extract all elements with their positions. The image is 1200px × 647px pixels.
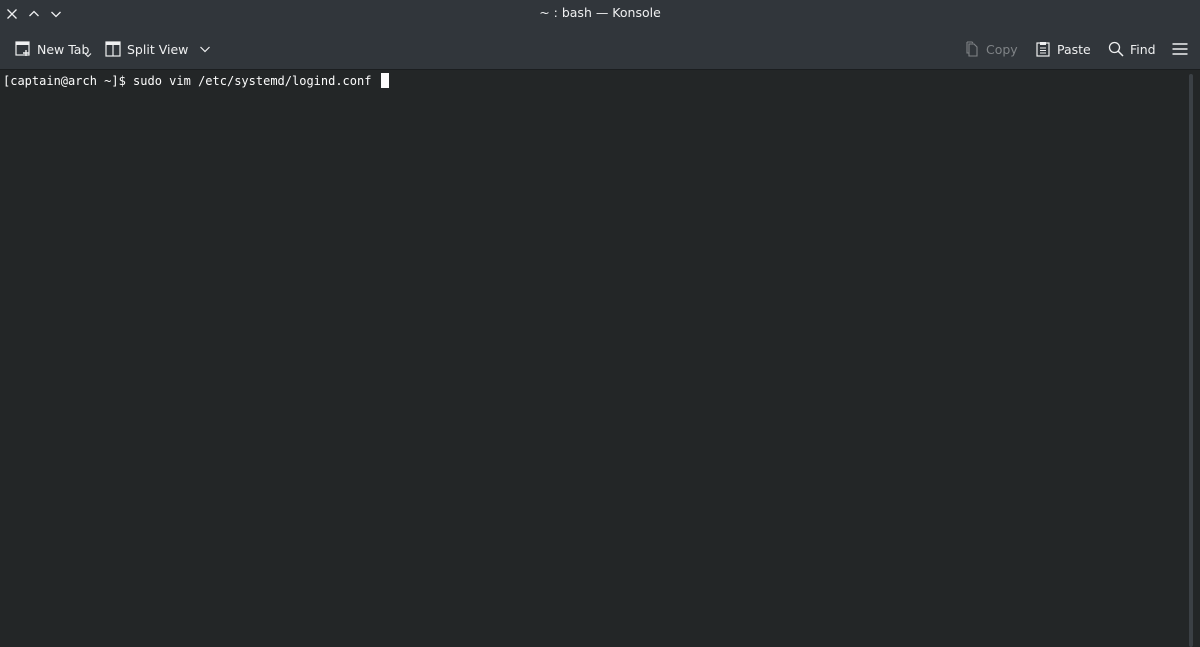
vertical-scrollbar[interactable] xyxy=(1183,70,1200,647)
chevron-down-icon[interactable] xyxy=(196,40,214,58)
scrollbar-track[interactable] xyxy=(1189,74,1193,647)
text-cursor xyxy=(380,73,389,88)
new-tab-button[interactable]: New Tab xyxy=(14,38,89,60)
paste-button[interactable]: Paste xyxy=(1034,38,1091,60)
copy-label: Copy xyxy=(986,41,1018,57)
hamburger-menu-button[interactable] xyxy=(1171,38,1194,60)
title-bar: ~ : bash — Konsole xyxy=(0,0,1200,28)
paste-icon xyxy=(1034,40,1052,58)
shell-prompt: [captain@arch ~]$ xyxy=(3,74,134,88)
shell-command: sudo vim /etc/systemd/logind.conf xyxy=(133,74,379,88)
search-icon xyxy=(1107,40,1125,58)
split-view-button[interactable]: Split View xyxy=(104,38,214,60)
window-title: ~ : bash — Konsole xyxy=(539,5,661,20)
split-view-icon xyxy=(104,40,122,58)
terminal-line: [captain@arch ~]$ sudo vim /etc/systemd/… xyxy=(3,73,389,89)
find-label: Find xyxy=(1130,41,1156,57)
hamburger-menu-icon xyxy=(1171,40,1189,58)
toolbar: New Tab Split View Copy Paste Find xyxy=(0,28,1200,70)
new-tab-icon xyxy=(14,40,32,58)
terminal-view[interactable]: [captain@arch ~]$ sudo vim /etc/systemd/… xyxy=(0,70,1183,647)
split-view-label: Split View xyxy=(127,41,189,57)
copy-icon xyxy=(963,40,981,58)
copy-button[interactable]: Copy xyxy=(963,38,1018,60)
new-tab-dropdown-icon[interactable] xyxy=(84,52,92,58)
find-button[interactable]: Find xyxy=(1107,38,1156,60)
konsole-window: ~ : bash — Konsole New Tab Split View Co… xyxy=(0,0,1200,647)
new-tab-label: New Tab xyxy=(37,41,90,57)
paste-label: Paste xyxy=(1057,41,1091,57)
